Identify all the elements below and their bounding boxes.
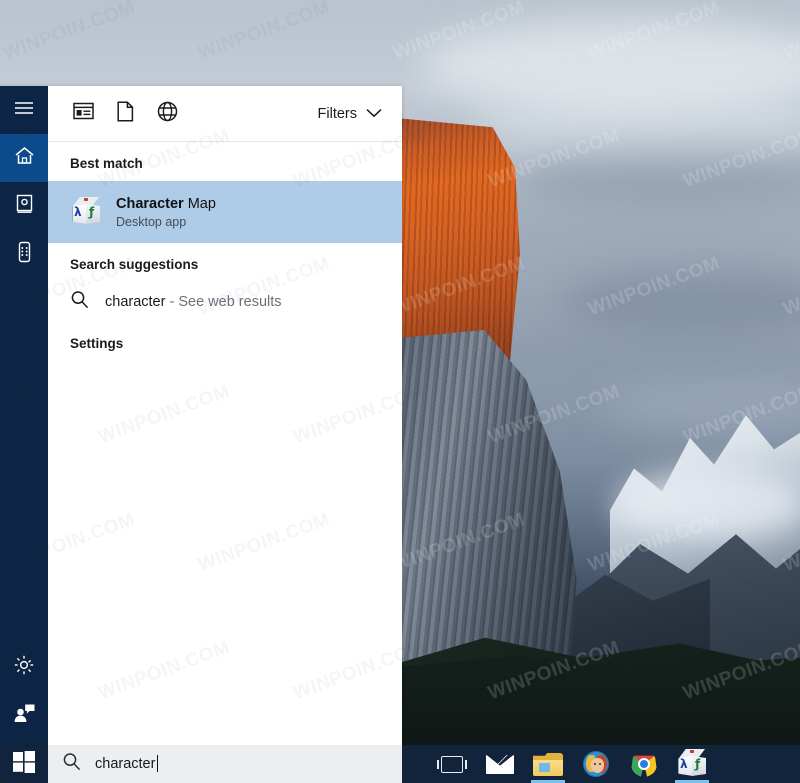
sidebar-item-home[interactable] xyxy=(0,134,48,182)
suggestion-text: character - See web results xyxy=(105,294,282,310)
search-icon xyxy=(62,752,81,776)
result-title-match: Character xyxy=(116,195,184,212)
taskbar-item-character-map[interactable]: λ ƒ xyxy=(668,745,716,783)
result-subtitle: Desktop app xyxy=(116,214,187,229)
settings-header: Settings xyxy=(70,336,124,351)
taskbar-item-mail[interactable] xyxy=(476,745,524,783)
file-explorer-icon xyxy=(533,752,563,776)
character-map-icon: λ ƒ xyxy=(70,197,102,227)
feedback-icon xyxy=(13,703,36,728)
result-text: Character Map Desktop app xyxy=(116,196,216,229)
sidebar-item-menu[interactable] xyxy=(0,86,48,134)
search-suggestions-header: Search suggestions xyxy=(70,257,199,272)
filters-label: Filters xyxy=(317,105,357,122)
start-button[interactable] xyxy=(0,745,48,783)
search-panel: Filters Best match λ ƒ Character Map Des… xyxy=(0,86,402,745)
cloud-shape xyxy=(520,150,800,210)
notebook-icon xyxy=(15,194,34,219)
windows-logo-icon xyxy=(13,750,35,778)
chevron-down-icon xyxy=(366,106,382,122)
chrome-icon xyxy=(631,751,657,777)
sidebar-item-notebook[interactable] xyxy=(0,182,48,230)
cloud-shape xyxy=(560,270,800,334)
search-input-value: character xyxy=(95,755,159,772)
suggestion-query: character xyxy=(105,294,166,310)
result-item-character-map[interactable]: λ ƒ Character Map Desktop app xyxy=(48,181,402,243)
web-filter-button[interactable] xyxy=(146,94,188,134)
search-panel-body: Filters Best match λ ƒ Character Map Des… xyxy=(48,86,402,745)
documents-filter-icon xyxy=(116,100,134,127)
best-match-header: Best match xyxy=(70,156,143,171)
search-icon xyxy=(70,290,89,314)
avatar-app-icon xyxy=(583,751,609,777)
search-results: Best match λ ƒ Character Map Desktop app… xyxy=(48,142,402,745)
taskbar: character λ ƒ xyxy=(0,745,800,783)
gear-icon xyxy=(13,654,35,681)
taskbar-item-chrome[interactable] xyxy=(620,745,668,783)
home-icon xyxy=(14,146,35,170)
suggestion-suffix: - See web results xyxy=(165,294,282,310)
mountain-mist xyxy=(615,470,800,540)
task-view-icon xyxy=(437,755,467,773)
filters-dropdown[interactable]: Filters xyxy=(316,102,384,126)
apps-filter-icon xyxy=(72,102,94,125)
device-icon xyxy=(18,241,31,268)
sidebar-item-settings[interactable] xyxy=(0,643,48,691)
result-title-rest: Map xyxy=(183,195,216,212)
apps-filter-button[interactable] xyxy=(62,94,104,134)
result-title: Character Map xyxy=(116,196,216,212)
search-input[interactable]: character xyxy=(48,745,402,783)
taskbar-item-task-view[interactable] xyxy=(428,745,476,783)
taskbar-item-file-explorer[interactable] xyxy=(524,745,572,783)
sidebar-item-feedback[interactable] xyxy=(0,691,48,739)
suggestion-item-character[interactable]: character - See web results xyxy=(48,282,402,322)
filter-bar: Filters xyxy=(48,86,402,142)
search-rail xyxy=(0,86,48,745)
taskbar-item-avatar-app[interactable] xyxy=(572,745,620,783)
mail-icon xyxy=(486,754,514,774)
sidebar-item-devices[interactable] xyxy=(0,230,48,278)
cloud-shape xyxy=(470,90,800,160)
hamburger-icon xyxy=(14,101,34,120)
documents-filter-button[interactable] xyxy=(104,94,146,134)
character-map-icon: λ ƒ xyxy=(676,749,708,779)
web-filter-icon xyxy=(157,101,178,127)
taskbar-items: λ ƒ xyxy=(402,745,800,783)
